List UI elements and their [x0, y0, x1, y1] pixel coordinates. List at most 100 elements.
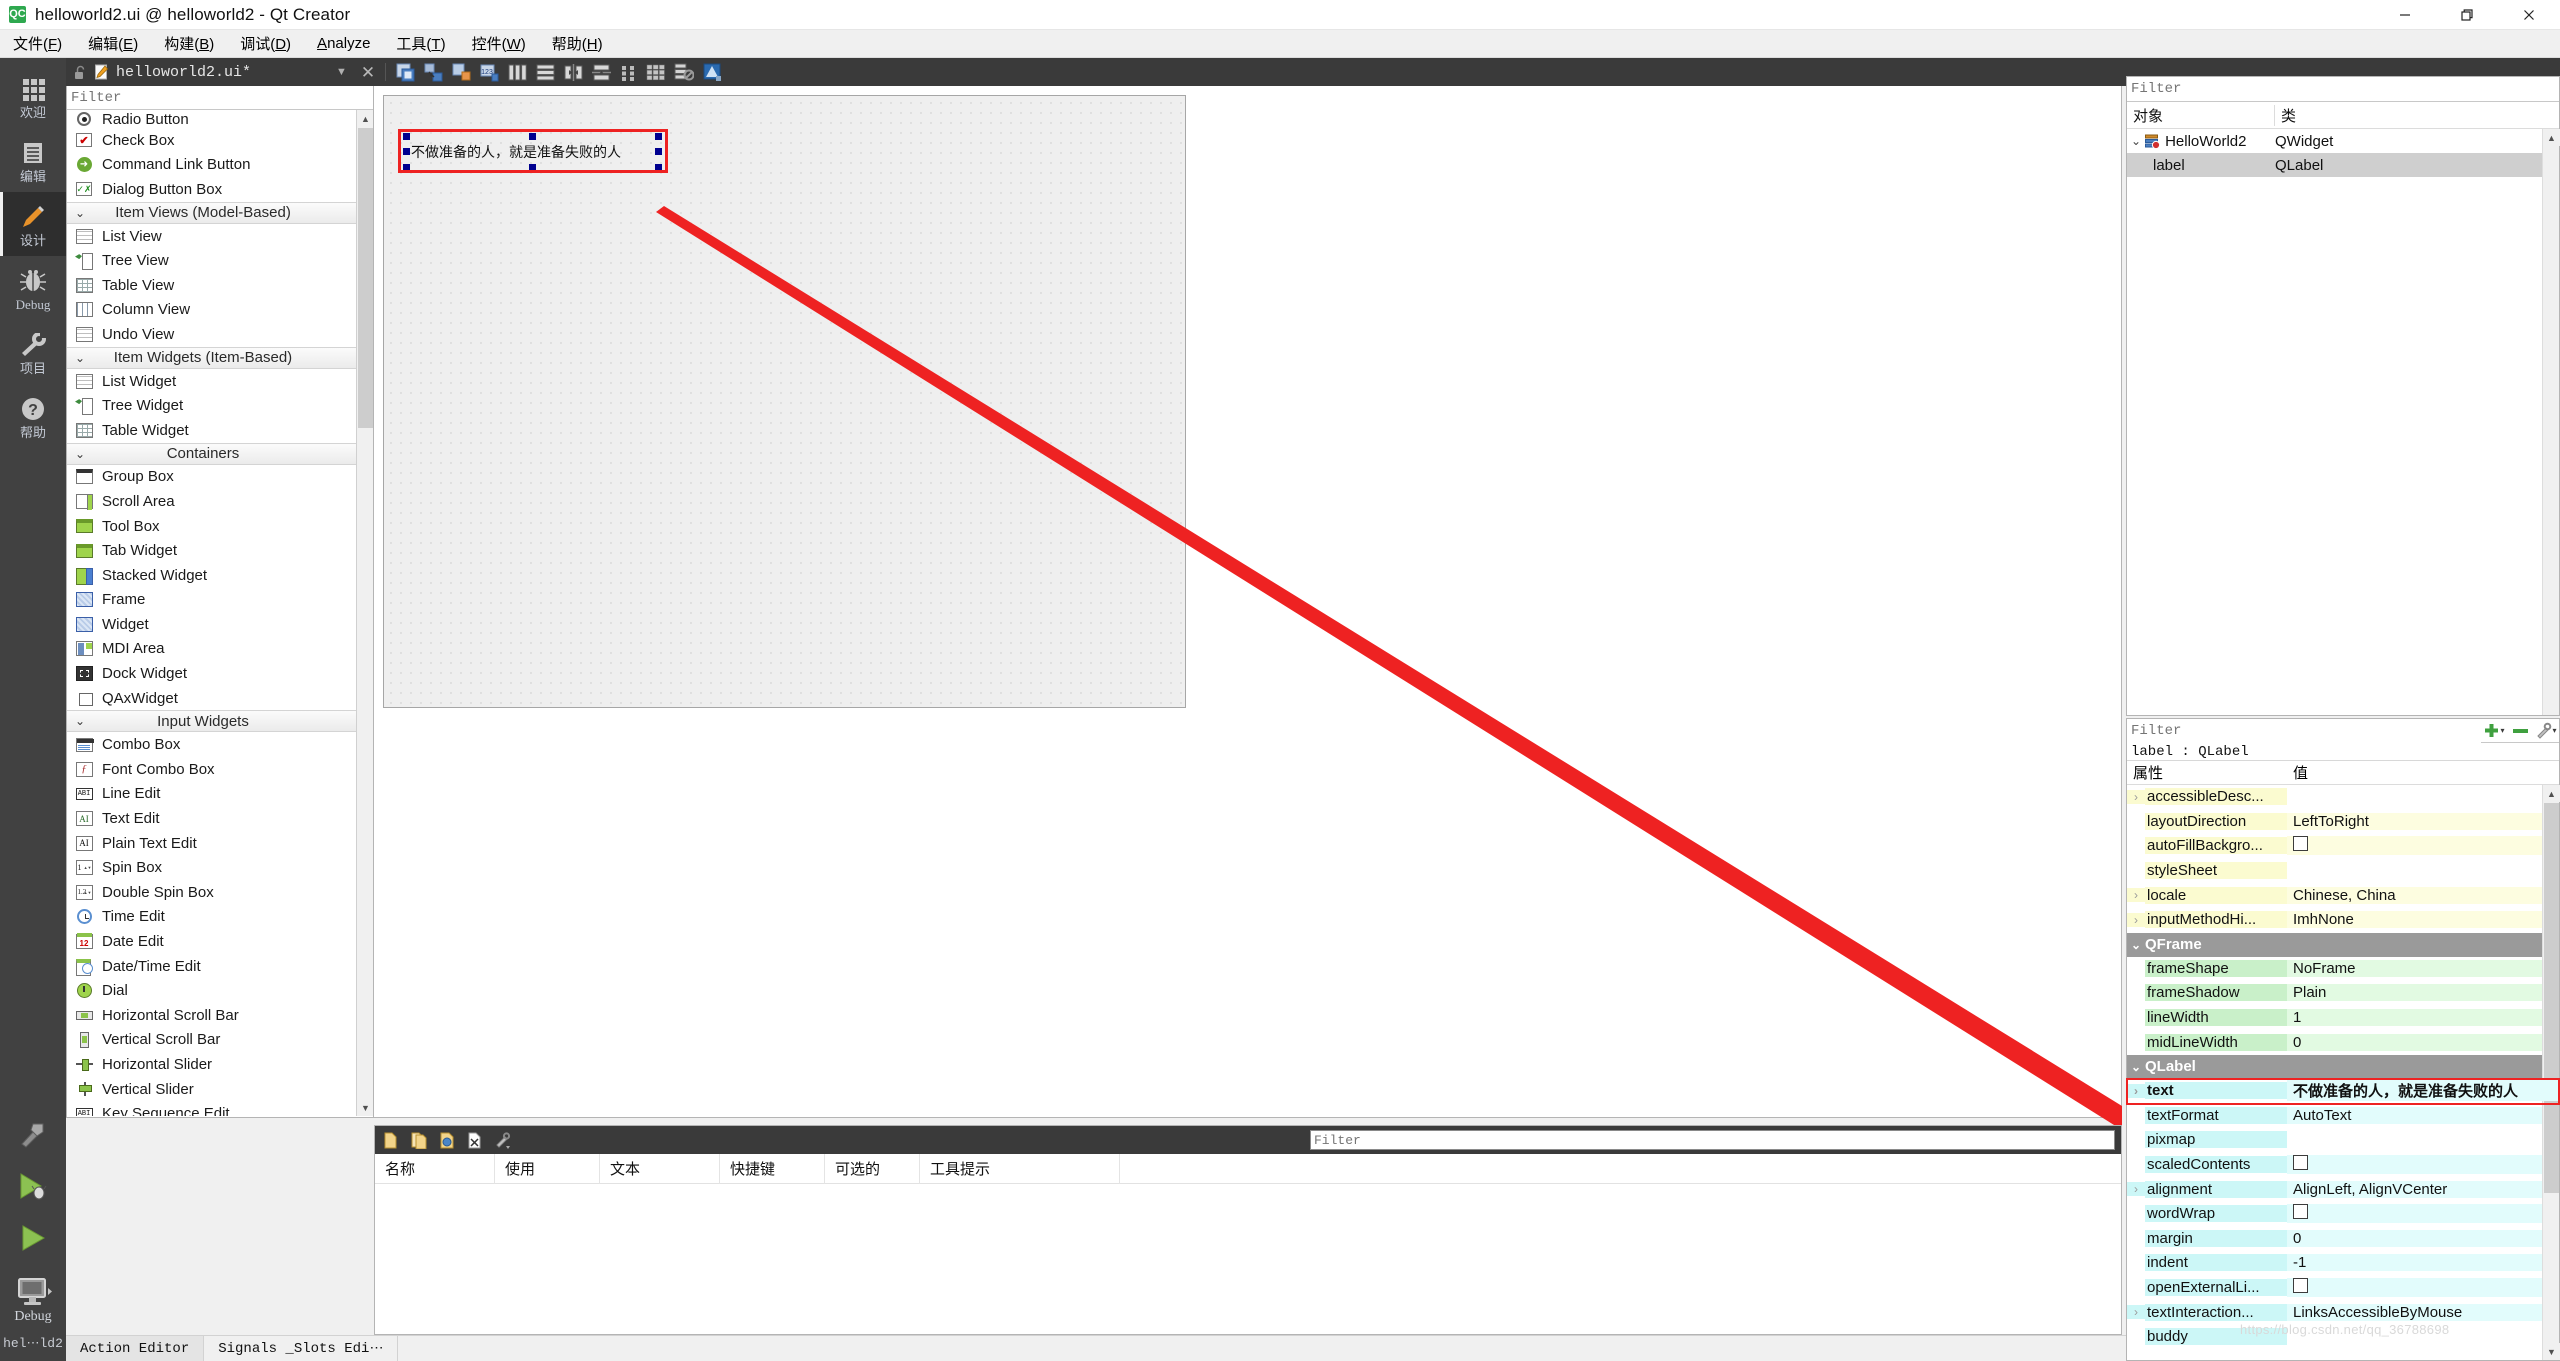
property-editor-rows[interactable]: › accessibleDesc... layoutDirection LeftToR…	[2126, 785, 2560, 1350]
widget-item-tablewidget[interactable]: Table Widget	[67, 418, 373, 443]
scrollbar-thumb[interactable]	[358, 128, 373, 428]
widget-item-dial[interactable]: Dial	[67, 978, 373, 1003]
paste-action-icon[interactable]	[437, 1130, 456, 1150]
property-value[interactable]: Chinese, China	[2287, 886, 2559, 904]
layout-vertically-icon[interactable]	[536, 64, 555, 81]
resize-handle-br[interactable]	[655, 164, 662, 171]
menu-analyze[interactable]: Analyze	[304, 31, 383, 56]
widget-item-horizontalslider[interactable]: Horizontal Slider	[67, 1052, 373, 1077]
widget-item-scrollarea[interactable]: Scroll Area	[67, 489, 373, 514]
widget-item-dateedit[interactable]: 12 Date Edit	[67, 929, 373, 954]
resize-handle-mr[interactable]	[655, 148, 662, 155]
action-column-header[interactable]: 文本	[600, 1153, 720, 1184]
chevron-right-icon[interactable]: ›	[2127, 789, 2145, 804]
widget-category-containers[interactable]: ⌄ Containers	[67, 442, 373, 465]
resize-handle-tl[interactable]	[403, 133, 410, 140]
resize-handle-tc[interactable]	[529, 133, 536, 140]
layout-form-icon[interactable]	[620, 64, 637, 81]
widget-item-mdiarea[interactable]: MDI Area	[67, 637, 373, 662]
property-value[interactable]: 1	[2287, 1009, 2559, 1027]
widget-item-doublespinbox[interactable]: 1.2 Double Spin Box	[67, 880, 373, 905]
menu-w[interactable]: 控件(W)	[459, 29, 539, 58]
property-row[interactable]: › accessibleDesc...	[2127, 785, 2559, 810]
property-row[interactable]: › inputMethodHi... ImhNone	[2127, 908, 2559, 933]
widget-item-tableview[interactable]: Table View	[67, 273, 373, 298]
mode-item-项目[interactable]: 项目	[0, 320, 66, 384]
property-row[interactable]: scaledContents	[2127, 1153, 2559, 1178]
layout-grid-icon[interactable]	[646, 64, 665, 81]
menu-h[interactable]: 帮助(H)	[539, 29, 616, 58]
widget-box-filter-input[interactable]	[67, 86, 373, 110]
property-row[interactable]: lineWidth 1	[2127, 1006, 2559, 1031]
property-row[interactable]: autoFillBackgro...	[2127, 834, 2559, 859]
property-row[interactable]: margin 0	[2127, 1227, 2559, 1252]
widget-item-commandlinkbutton[interactable]: ➜ Command Link Button	[67, 153, 373, 178]
chevron-up-icon[interactable]: ▲	[2543, 129, 2560, 146]
form-editor-area[interactable]: 不做准备的人，就是准备失败的人	[374, 86, 2122, 1130]
action-column-header[interactable]: 快捷键	[720, 1153, 825, 1184]
close-button[interactable]	[2498, 0, 2560, 30]
chevron-down-icon[interactable]: ⌄	[2131, 134, 2141, 148]
minimize-button[interactable]	[2374, 0, 2436, 30]
plus-icon[interactable]: ▾	[2481, 719, 2507, 743]
widget-item-spinbox[interactable]: 1 Spin Box	[67, 855, 373, 880]
property-value[interactable]	[2287, 836, 2559, 856]
break-layout-icon[interactable]	[674, 63, 695, 81]
property-row[interactable]: › alignment AlignLeft, AlignVCenter	[2127, 1177, 2559, 1202]
object-inspector-scrollbar[interactable]: ▲	[2542, 129, 2560, 715]
kit-target-button[interactable]: Debug	[0, 1264, 66, 1336]
property-value[interactable]: ImhNone	[2287, 911, 2559, 929]
widget-item-verticalscrollbar[interactable]: Vertical Scroll Bar	[67, 1028, 373, 1053]
chevron-down-icon[interactable]: ⌄	[2127, 938, 2145, 952]
property-row[interactable]: midLineWidth 0	[2127, 1030, 2559, 1055]
action-editor-filter-input[interactable]	[1310, 1130, 2115, 1150]
menu-f[interactable]: 文件(F)	[0, 29, 75, 58]
property-value[interactable]: 不做准备的人，就是准备失败的人	[2287, 1080, 2559, 1102]
resize-handle-ml[interactable]	[403, 148, 410, 155]
property-row[interactable]: styleSheet	[2127, 859, 2559, 884]
widget-item-dialogbuttonbox[interactable]: ✓✗ Dialog Button Box	[67, 177, 373, 202]
property-value[interactable]	[2287, 1204, 2559, 1224]
mode-item-欢迎[interactable]: 欢迎	[0, 64, 66, 128]
widget-item-undoview[interactable]: Undo View	[67, 322, 373, 347]
adjust-size-icon[interactable]	[703, 63, 722, 81]
property-value[interactable]: NoFrame	[2287, 959, 2559, 977]
edit-signals-slots-icon[interactable]	[424, 63, 443, 82]
chevron-right-icon[interactable]: ›	[2127, 1182, 2145, 1197]
chevron-down-icon[interactable]: ▼	[357, 1099, 373, 1116]
menu-b[interactable]: 构建(B)	[151, 29, 227, 58]
chevron-right-icon[interactable]: ›	[2127, 912, 2145, 927]
widget-item-tabwidget[interactable]: Tab Widget	[67, 538, 373, 563]
wrench-icon[interactable]: ▾	[2533, 719, 2559, 743]
widget-item-keysequenceedit[interactable]: ABI Key Sequence Edit	[67, 1101, 373, 1116]
object-inspector-row[interactable]: label QLabel	[2127, 153, 2559, 177]
property-row[interactable]: layoutDirection LeftToRight	[2127, 810, 2559, 835]
action-editor-rows[interactable]	[375, 1184, 2121, 1334]
widget-box-list[interactable]: Radio Button ✔ Check Box ➜ Command Link Butt…	[67, 110, 373, 1116]
bottom-tab-2[interactable]: Signals _Slots Edi⋯	[204, 1335, 399, 1361]
widget-item-columnview[interactable]: Column View	[67, 298, 373, 323]
widget-item-treewidget[interactable]: Tree Widget	[67, 393, 373, 418]
bottom-tab-1[interactable]: Action Editor	[66, 1335, 205, 1361]
widget-item-listview[interactable]: List View	[67, 224, 373, 249]
property-row[interactable]: frameShape NoFrame	[2127, 957, 2559, 982]
mode-item-设计[interactable]: 设计	[0, 192, 66, 256]
menu-d[interactable]: 调试(D)	[227, 29, 304, 58]
widget-item-stackedwidget[interactable]: Stacked Widget	[67, 563, 373, 588]
property-value[interactable]	[2287, 1277, 2559, 1297]
chevron-right-icon[interactable]: ›	[2127, 1083, 2145, 1098]
widget-item-toolbox[interactable]: Tool Box	[67, 514, 373, 539]
property-row[interactable]: frameShadow Plain	[2127, 981, 2559, 1006]
new-action-icon[interactable]	[381, 1130, 400, 1150]
layout-splitter-vertical-icon[interactable]	[592, 64, 612, 81]
widget-category-inputwidgets[interactable]: ⌄ Input Widgets	[67, 710, 373, 733]
widget-category-itemviewsmodelbased[interactable]: ⌄ Item Views (Model-Based)	[67, 201, 373, 224]
scrollbar-thumb[interactable]	[2544, 803, 2559, 1193]
chevron-down-icon[interactable]: ▼	[336, 66, 347, 78]
widget-item-lineedit[interactable]: ABI Line Edit	[67, 782, 373, 807]
mode-item-Debug[interactable]: Debug	[0, 256, 66, 320]
configure-icon[interactable]	[493, 1130, 512, 1150]
property-group-header[interactable]: ⌄ QLabel	[2127, 1054, 2559, 1079]
widget-item-dockwidget[interactable]: Dock Widget	[67, 661, 373, 686]
minus-icon[interactable]	[2507, 719, 2533, 743]
